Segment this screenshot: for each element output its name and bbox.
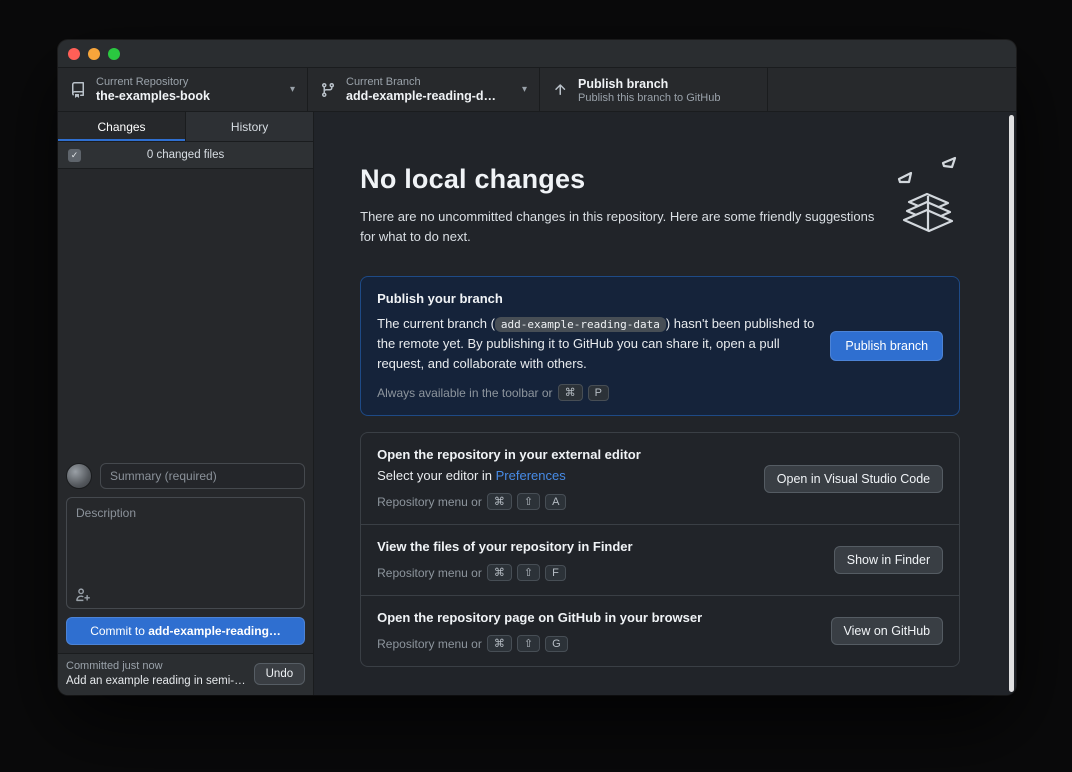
tab-history[interactable]: History [186, 112, 313, 141]
page-subtitle: There are no uncommitted changes in this… [360, 207, 890, 246]
suggestion-title: Open the repository in your external edi… [377, 447, 943, 462]
last-commit-message: Add an example reading in semi-… [66, 675, 246, 687]
current-branch-selector[interactable]: Current Branch add-example-reading-d… ▾ [308, 68, 540, 111]
open-in-editor-suggestion: Open the repository in your external edi… [361, 433, 959, 524]
commit-status-text: Committed just now [66, 660, 246, 672]
a-key: A [545, 494, 566, 510]
close-window-button[interactable] [68, 48, 80, 60]
shift-key: ⇧ [517, 564, 540, 581]
description-input[interactable] [67, 498, 304, 590]
git-branch-icon [320, 82, 336, 98]
changed-files-header[interactable]: ✓ 0 changed files [58, 142, 313, 169]
sidebar-tabs: Changes History [58, 112, 313, 142]
view-on-github-suggestion: Open the repository page on GitHub in yo… [361, 595, 959, 666]
undo-button[interactable]: Undo [254, 663, 306, 685]
view-on-github-button[interactable]: View on GitHub [831, 617, 944, 645]
editor-shortcut-hint: Repository menu or ⌘ ⇧ A [377, 493, 943, 510]
cmd-key: ⌘ [558, 384, 583, 401]
app-body: Changes History ✓ 0 changed files [58, 112, 1016, 695]
chevron-down-icon: ▾ [522, 84, 527, 95]
no-changes-illustration [871, 154, 966, 244]
show-in-finder-suggestion: View the files of your repository in Fin… [361, 524, 959, 595]
minimize-window-button[interactable] [88, 48, 100, 60]
changes-list[interactable] [58, 169, 313, 455]
f-key: F [545, 565, 566, 581]
publish-card-body: The current branch (add-example-reading-… [377, 314, 815, 374]
shift-key: ⇧ [517, 493, 540, 510]
show-in-finder-button[interactable]: Show in Finder [834, 546, 943, 574]
publish-branch-sublabel: Publish this branch to GitHub [578, 92, 755, 104]
chevron-down-icon: ▾ [290, 84, 295, 95]
g-key: G [545, 636, 568, 652]
publish-branch-label: Publish branch [578, 77, 755, 91]
branch-name-code: add-example-reading-data [495, 317, 666, 332]
repo-icon [70, 82, 86, 98]
publish-shortcut-hint: Always available in the toolbar or ⌘ P [377, 384, 943, 401]
arrow-up-icon [552, 82, 568, 98]
p-key: P [588, 385, 609, 401]
zoom-window-button[interactable] [108, 48, 120, 60]
publish-branch-card: Publish your branch The current branch (… [360, 276, 960, 416]
commit-button[interactable]: Commit to add-example-reading… [66, 617, 305, 645]
cmd-key: ⌘ [487, 493, 512, 510]
changed-files-count: 0 changed files [58, 149, 313, 161]
tab-history-label: History [231, 120, 268, 134]
app-window: Current Repository the-examples-book ▾ C… [58, 40, 1016, 695]
cmd-key: ⌘ [487, 564, 512, 581]
undo-commit-banner: Committed just now Add an example readin… [58, 653, 313, 695]
description-field[interactable] [66, 497, 305, 609]
tab-changes[interactable]: Changes [58, 112, 186, 141]
commit-form: Commit to add-example-reading… [58, 455, 313, 653]
desktop-background: Current Repository the-examples-book ▾ C… [0, 0, 1072, 772]
branch-name: add-example-reading-d… [346, 89, 512, 103]
tab-changes-label: Changes [98, 120, 146, 134]
scrollbar[interactable] [1009, 115, 1014, 692]
suggestions-list: Open the repository in your external edi… [360, 432, 960, 667]
branch-label: Current Branch [346, 76, 512, 88]
preferences-link[interactable]: Preferences [496, 468, 566, 483]
publish-branch-toolbar-button[interactable]: Publish branch Publish this branch to Gi… [540, 68, 768, 111]
add-coauthor-button[interactable] [75, 587, 90, 602]
open-in-editor-button[interactable]: Open in Visual Studio Code [764, 465, 943, 493]
repository-label: Current Repository [96, 76, 280, 88]
cmd-key: ⌘ [487, 635, 512, 652]
publish-branch-button[interactable]: Publish branch [830, 331, 943, 361]
shift-key: ⇧ [517, 635, 540, 652]
publish-card-title: Publish your branch [377, 291, 943, 306]
no-changes-view: No local changes There are no uncommitte… [314, 112, 1016, 695]
avatar [66, 463, 92, 489]
sidebar: Changes History ✓ 0 changed files [58, 112, 314, 695]
repository-name: the-examples-book [96, 89, 280, 103]
select-all-checkbox[interactable]: ✓ [68, 149, 81, 162]
summary-input[interactable] [100, 463, 305, 489]
toolbar: Current Repository the-examples-book ▾ C… [58, 68, 1016, 112]
window-titlebar[interactable] [58, 40, 1016, 68]
current-repository-selector[interactable]: Current Repository the-examples-book ▾ [58, 68, 308, 111]
